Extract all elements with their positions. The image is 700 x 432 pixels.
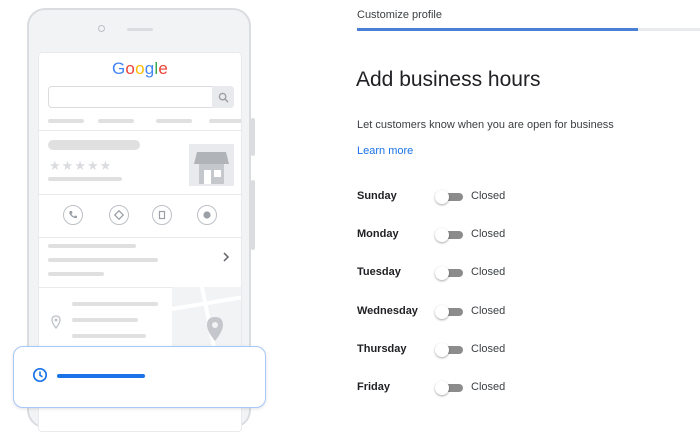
day-name: Sunday xyxy=(357,190,397,202)
phone-speaker xyxy=(127,28,153,31)
day-row-wednesday: Wednesday Closed xyxy=(357,303,657,321)
page-title: Add business hours xyxy=(356,68,541,91)
toggle-thumb xyxy=(435,228,449,242)
open-toggle[interactable] xyxy=(435,190,463,204)
storefront-icon xyxy=(189,144,234,186)
open-toggle[interactable] xyxy=(435,305,463,319)
website-icon xyxy=(197,205,217,225)
divider xyxy=(39,130,241,131)
open-toggle[interactable] xyxy=(435,343,463,357)
tab-placeholder xyxy=(48,119,84,123)
day-row-tuesday: Tuesday Closed xyxy=(357,264,657,282)
divider xyxy=(39,237,241,238)
open-toggle[interactable] xyxy=(435,266,463,280)
phone-icon xyxy=(63,205,83,225)
day-status: Closed xyxy=(471,343,506,355)
google-logo: Google xyxy=(39,59,241,79)
hours-bar xyxy=(57,374,145,378)
text-placeholder xyxy=(72,318,138,322)
page-subtitle: Let customers know when you are open for… xyxy=(357,119,614,131)
text-placeholder xyxy=(48,272,104,276)
tab-placeholder xyxy=(98,119,134,123)
text-placeholder xyxy=(72,302,158,306)
open-toggle[interactable] xyxy=(435,228,463,242)
divider xyxy=(39,194,241,195)
toggle-thumb xyxy=(435,305,449,319)
step-label: Customize profile xyxy=(357,9,442,21)
day-name: Tuesday xyxy=(357,266,401,278)
directions-icon xyxy=(109,205,129,225)
open-toggle[interactable] xyxy=(435,381,463,395)
phone-side-button xyxy=(251,118,255,156)
toggle-thumb xyxy=(435,266,449,280)
clock-icon xyxy=(32,367,48,383)
logo-letter: G xyxy=(111,59,126,78)
text-placeholder xyxy=(48,177,122,181)
day-status: Closed xyxy=(471,381,506,393)
chevron-right-icon xyxy=(223,252,230,262)
phone-camera xyxy=(98,25,105,32)
logo-letter: g xyxy=(144,59,155,78)
logo-letter: e xyxy=(158,59,169,78)
text-placeholder xyxy=(48,258,158,262)
map-pin-icon xyxy=(51,315,61,329)
title-placeholder xyxy=(48,140,140,150)
day-name: Friday xyxy=(357,381,391,393)
toggle-thumb xyxy=(435,190,449,204)
day-row-monday: Monday Closed xyxy=(357,226,657,244)
day-status: Closed xyxy=(471,228,506,240)
progress-bar xyxy=(357,28,700,31)
day-row-friday: Friday Closed xyxy=(357,379,657,397)
toggle-thumb xyxy=(435,343,449,357)
hours-card-illustration xyxy=(13,346,266,408)
day-name: Monday xyxy=(357,228,399,240)
day-row-thursday: Thursday Closed xyxy=(357,341,657,359)
day-status: Closed xyxy=(471,190,506,202)
tab-placeholder xyxy=(156,119,192,123)
progress-fill xyxy=(357,28,638,31)
day-name: Wednesday xyxy=(357,305,418,317)
mock-search-bar xyxy=(48,86,234,108)
day-name: Thursday xyxy=(357,343,407,355)
toggle-thumb xyxy=(435,381,449,395)
rating-stars-icon: ★★★★★ xyxy=(49,158,113,173)
logo-letter: o xyxy=(135,59,145,78)
day-status: Closed xyxy=(471,266,506,278)
search-icon xyxy=(212,86,234,108)
text-placeholder xyxy=(48,244,136,248)
phone-side-button xyxy=(251,180,255,250)
logo-letter: o xyxy=(125,59,136,78)
learn-more-link[interactable]: Learn more xyxy=(357,145,413,157)
text-placeholder xyxy=(72,334,146,338)
day-status: Closed xyxy=(471,305,506,317)
tab-placeholder xyxy=(209,119,241,123)
save-icon xyxy=(152,205,172,225)
day-row-sunday: Sunday Closed xyxy=(357,188,657,206)
